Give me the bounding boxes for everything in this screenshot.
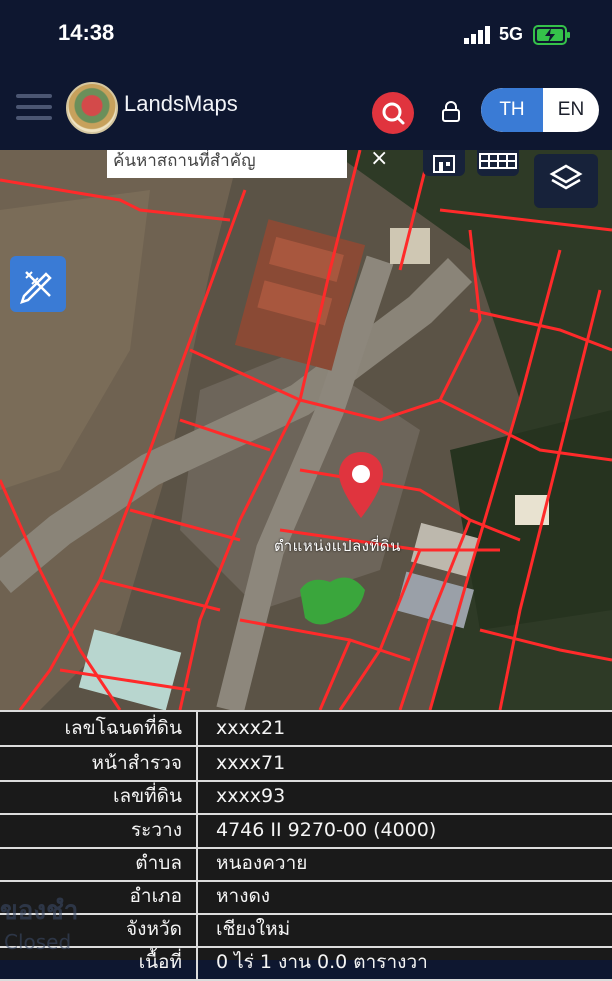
language-toggle[interactable]: TH EN	[481, 88, 599, 132]
lang-th-button[interactable]: TH	[481, 88, 543, 132]
home-map-button[interactable]	[423, 150, 465, 176]
landmark-search-input[interactable]: ค้นหาสถานที่สำคัญ	[107, 150, 347, 178]
grid-icon	[479, 153, 517, 169]
satellite-map[interactable]	[0, 150, 612, 710]
table-row: เลขที่ดิน xxxx93	[0, 780, 612, 815]
table-row: จังหวัด เชียงใหม่	[0, 913, 612, 948]
row-label: เลขที่ดิน	[113, 785, 182, 807]
divider	[196, 913, 198, 948]
divider	[196, 880, 198, 915]
layers-button[interactable]	[534, 154, 598, 208]
status-bar: 14:38 5G	[0, 0, 612, 72]
search-button[interactable]	[372, 92, 414, 134]
divider	[196, 780, 198, 815]
row-value: หนองควาย	[216, 852, 308, 874]
app-header: LandsMaps TH EN	[0, 72, 612, 150]
pin-label: ตำแหน่งแปลงที่ดิน	[274, 537, 401, 555]
status-time: 14:38	[58, 20, 115, 45]
row-label: เลขโฉนดที่ดิน	[64, 717, 182, 739]
divider	[196, 712, 198, 747]
network-label: 5G	[499, 24, 524, 44]
row-value: xxxx71	[216, 752, 286, 774]
ruler-pencil-icon	[20, 271, 52, 304]
draw-tool-button[interactable]	[10, 256, 66, 312]
lang-en-button[interactable]: EN	[543, 88, 599, 132]
map-view[interactable]: ค้นหาสถานที่สำคัญ × ตำแหน่งแปลงที่ดิน	[0, 150, 612, 710]
department-seal-logo	[66, 82, 118, 134]
background-map-label: ของชำ	[0, 896, 79, 926]
location-pin-icon[interactable]	[337, 450, 385, 522]
row-label: หน้าสำรวจ	[91, 752, 182, 774]
row-value: xxxx93	[216, 785, 286, 807]
table-row: เลขโฉนดที่ดิน xxxx21	[0, 712, 612, 747]
battery-charging-icon	[533, 25, 570, 45]
divider	[196, 946, 198, 981]
row-value: เชียงใหม่	[216, 918, 291, 940]
parcel-info-panel: เลขโฉนดที่ดิน xxxx21 หน้าสำรวจ xxxx71 เล…	[0, 710, 612, 981]
search-icon	[382, 102, 405, 125]
divider	[196, 847, 198, 882]
divider	[196, 814, 198, 849]
app-title: LandsMaps	[124, 91, 238, 116]
menu-icon[interactable]	[16, 94, 52, 122]
table-row: เนื้อที่ 0 ไร่ 1 งาน 0.0 ตารางวา	[0, 946, 612, 981]
row-value: หางดง	[216, 885, 271, 907]
building-icon	[433, 155, 455, 173]
row-value: 0 ไร่ 1 งาน 0.0 ตารางวา	[216, 951, 428, 973]
table-row: อำเภอ หางดง	[0, 880, 612, 915]
row-value: xxxx21	[216, 717, 286, 739]
background-map-status: Closed	[4, 930, 72, 954]
table-row: ระวาง 4746 II 9270-00 (4000)	[0, 814, 612, 849]
layers-icon	[549, 164, 583, 190]
signal-icon	[464, 26, 490, 44]
table-row: หน้าสำรวจ xxxx71	[0, 747, 612, 782]
table-row: ตำบล หนองควาย	[0, 847, 612, 882]
row-label: ระวาง	[130, 819, 182, 841]
lock-icon[interactable]	[440, 100, 462, 124]
row-label: ตำบล	[135, 852, 182, 874]
divider	[196, 747, 198, 782]
row-value: 4746 II 9270-00 (4000)	[216, 819, 437, 841]
clear-search-button[interactable]: ×	[370, 150, 388, 171]
grid-map-button[interactable]	[477, 150, 519, 176]
